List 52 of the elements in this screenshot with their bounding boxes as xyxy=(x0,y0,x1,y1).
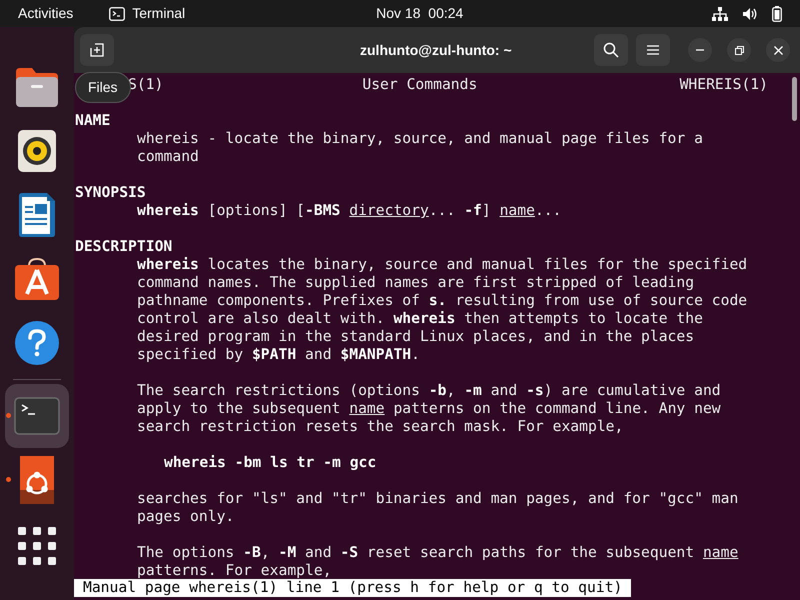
new-tab-icon xyxy=(90,43,104,57)
man-header-left: S(1) xyxy=(128,76,164,94)
close-button[interactable] xyxy=(766,38,790,62)
search-icon xyxy=(603,42,619,58)
app-grid-icon[interactable] xyxy=(18,527,56,565)
man-text-line: command xyxy=(137,148,199,166)
document-icon xyxy=(17,192,57,238)
clock[interactable]: Nov 18 00:24 xyxy=(376,3,464,24)
minimize-icon xyxy=(696,49,704,51)
terminal-icon xyxy=(109,6,126,20)
man-text-line: search restriction resets the search mask. For example, xyxy=(137,418,624,436)
man-text-line: desired program in the standard Linux places, and in the places xyxy=(137,328,694,346)
man-text-line: The search restrictions (options -b, -m and -s) are cumulative and xyxy=(137,382,721,400)
minimize-button[interactable] xyxy=(688,38,712,62)
shopping-bag-icon xyxy=(14,257,60,301)
search-button[interactable] xyxy=(594,34,628,66)
restore-icon xyxy=(734,46,744,54)
app-menu[interactable]: Terminal xyxy=(132,3,186,24)
maximize-button[interactable] xyxy=(727,38,751,62)
man-text-line: pages only. xyxy=(137,508,234,526)
man-text-line: whereis [options] [-BMS directory... -f] name... xyxy=(137,202,562,220)
section-heading: DESCRIPTION xyxy=(75,238,172,256)
speaker-icon xyxy=(17,129,57,173)
network-icon[interactable] xyxy=(712,6,728,20)
terminal-icon xyxy=(14,397,60,435)
ubuntu-icon xyxy=(20,456,54,504)
man-text-line: patterns. For example, xyxy=(137,562,332,580)
new-tab-button[interactable] xyxy=(80,34,114,66)
help-icon xyxy=(15,321,59,365)
folder-icon xyxy=(14,66,60,108)
man-text-line: apply to the subsequent name patterns on the command line. Any new xyxy=(137,400,721,418)
menu-button[interactable] xyxy=(636,34,670,66)
section-heading: SYNOPSIS xyxy=(75,184,146,202)
man-header-center: User Commands xyxy=(362,76,478,94)
man-text-line: searches for "ls" and "tr" binaries and man pages, and for "gcc" man xyxy=(137,490,738,508)
man-text-line: The options -B, -M and -S reset search paths for the subsequent name xyxy=(137,544,738,562)
activities-button[interactable]: Activities xyxy=(18,3,74,24)
man-text-line: whereis locates the binary, source and manual files for the specified xyxy=(137,256,748,274)
battery-icon[interactable] xyxy=(772,6,782,22)
man-text-line: specified by $PATH and $MANPATH. xyxy=(137,346,420,364)
volume-icon[interactable] xyxy=(742,6,758,20)
man-header-right: WHEREIS(1) xyxy=(680,76,768,94)
man-text-line: control are also dealt with. whereis then attempts to locate the xyxy=(137,310,703,328)
man-text-line: pathname components. Prefixes of s. resulting from use of source code xyxy=(137,292,748,310)
man-text-line: command names. The supplied names are first stripped of leading xyxy=(137,274,694,292)
section-heading: NAME xyxy=(75,112,110,130)
close-icon xyxy=(774,46,782,54)
scrollbar[interactable] xyxy=(792,77,797,121)
window-title: zulhunto@zul-hunto: ~ xyxy=(360,40,512,60)
man-text-line: whereis -bm ls tr -m gcc xyxy=(164,454,376,472)
man-text-line: whereis - locate the binary, source, and manual page files for a xyxy=(137,130,703,148)
menu-icon xyxy=(647,45,659,55)
